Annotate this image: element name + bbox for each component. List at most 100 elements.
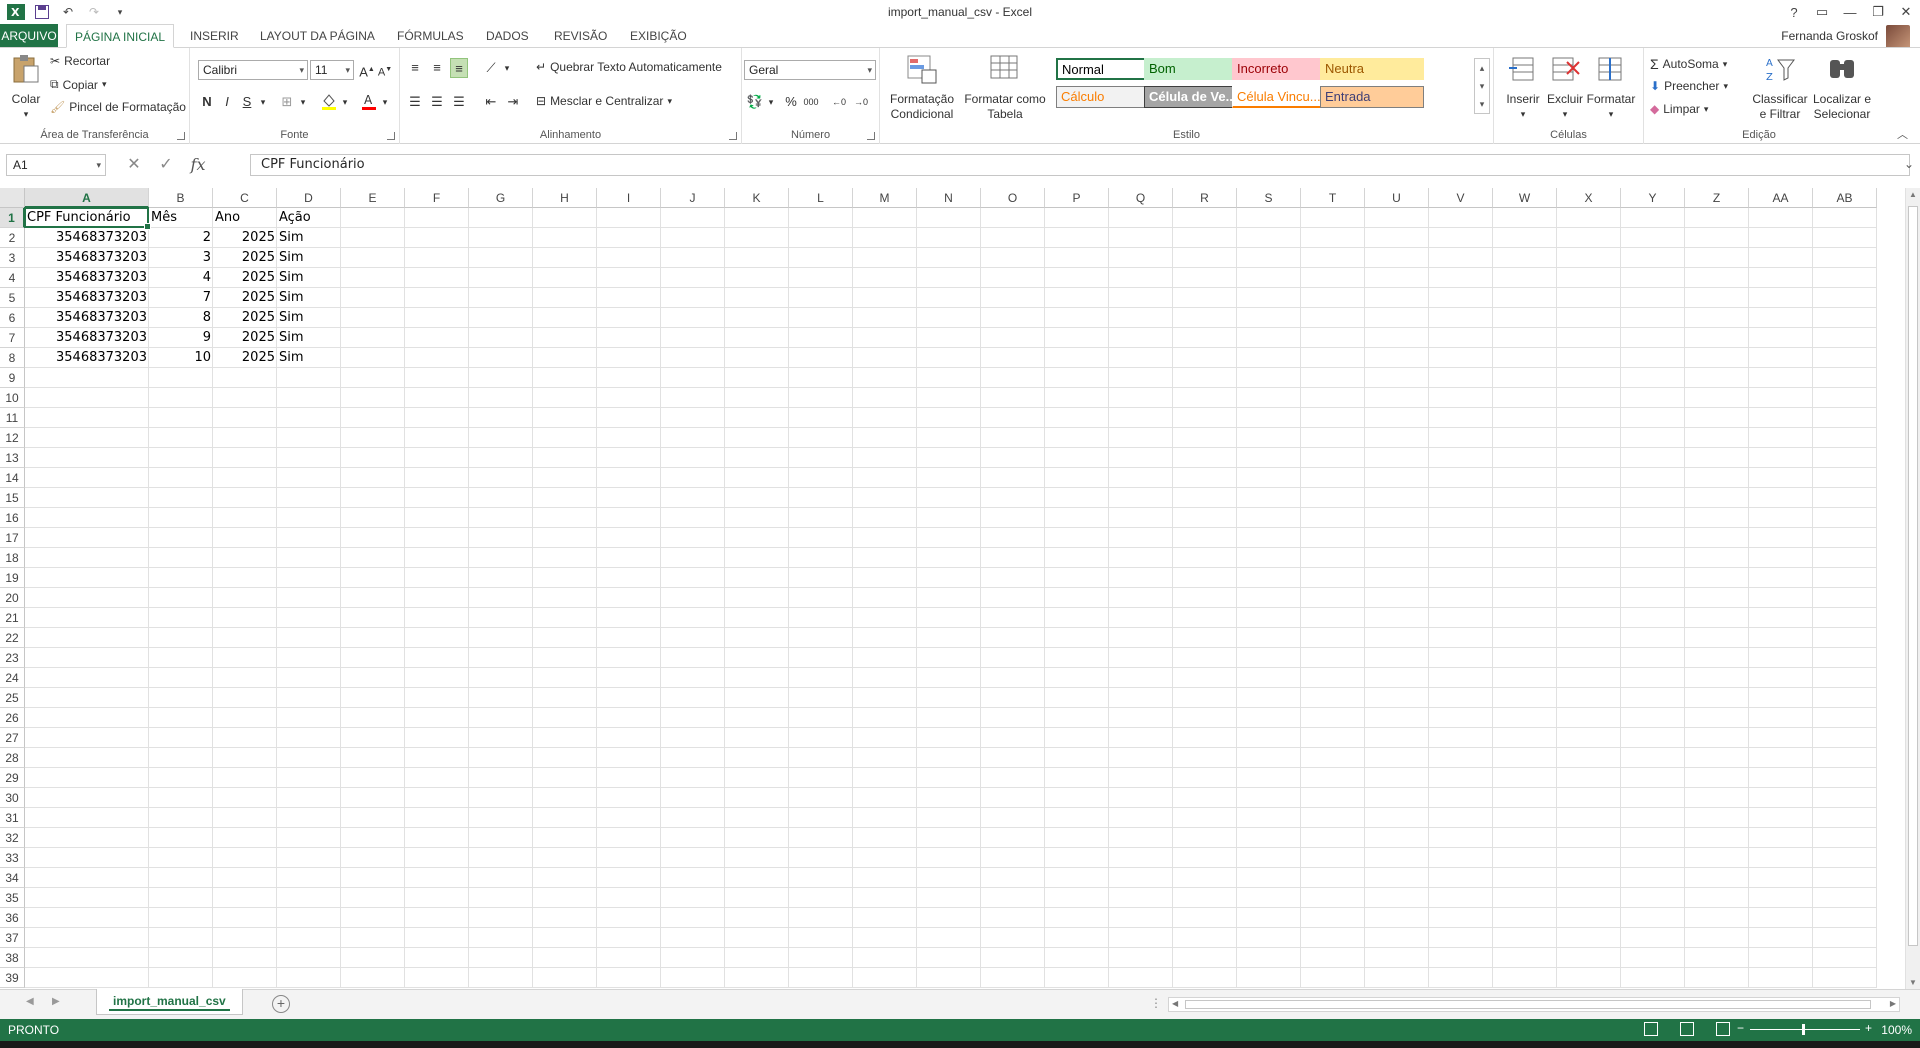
scroll-left-icon[interactable]: ◀ — [1172, 999, 1178, 1008]
cell-C5[interactable]: 2025 — [213, 288, 277, 308]
column-header[interactable]: AB — [1813, 188, 1877, 208]
cell-C2[interactable]: 2025 — [213, 228, 277, 248]
tab-review[interactable]: REVISÃO — [546, 24, 615, 48]
fill-color-dropdown-icon[interactable]: ▾ — [336, 92, 354, 112]
cell-C7[interactable]: 2025 — [213, 328, 277, 348]
row-header[interactable]: 8 — [0, 348, 25, 368]
row-header[interactable]: 22 — [0, 628, 25, 648]
column-header[interactable]: F — [405, 188, 469, 208]
column-header[interactable]: C — [213, 188, 277, 208]
zoom-slider[interactable] — [1750, 1024, 1860, 1035]
expand-formula-bar-icon[interactable]: ⌄ — [1904, 157, 1914, 171]
tab-view[interactable]: EXIBIÇÃO — [622, 24, 695, 48]
increase-decimal-icon[interactable]: ←0 — [830, 92, 848, 112]
align-bottom-icon[interactable]: ≡ — [450, 58, 468, 78]
cell-C8[interactable]: 2025 — [213, 348, 277, 368]
zoom-knob[interactable] — [1802, 1024, 1805, 1035]
column-header[interactable]: D — [277, 188, 341, 208]
cell-A7[interactable]: 35468373203 — [25, 328, 149, 348]
cell-B4[interactable]: 4 — [149, 268, 213, 288]
cell-D1[interactable]: Ação — [277, 208, 341, 228]
row-header[interactable]: 19 — [0, 568, 25, 588]
decrease-indent-icon[interactable]: ⇤ — [482, 92, 500, 112]
row-header[interactable]: 32 — [0, 828, 25, 848]
underline-dropdown-icon[interactable]: ▾ — [254, 92, 272, 112]
scroll-down-icon[interactable]: ▼ — [1909, 978, 1917, 987]
row-header[interactable]: 23 — [0, 648, 25, 668]
help-icon[interactable]: ? — [1780, 0, 1808, 24]
shrink-font-icon[interactable]: A▼ — [376, 60, 394, 80]
cell-A8[interactable]: 35468373203 — [25, 348, 149, 368]
merge-center-button[interactable]: ⊟ Mesclar e Centralizar ▾ — [536, 94, 672, 108]
orientation-dropdown-icon[interactable]: ▾ — [498, 58, 516, 78]
copy-button[interactable]: ⧉ Copiar ▾ — [50, 77, 106, 92]
cell-B7[interactable]: 9 — [149, 328, 213, 348]
tab-insert[interactable]: INSERIR — [182, 24, 247, 48]
row-header[interactable]: 38 — [0, 948, 25, 968]
column-header[interactable]: O — [981, 188, 1045, 208]
row-header[interactable]: 21 — [0, 608, 25, 628]
column-header[interactable]: B — [149, 188, 213, 208]
percent-icon[interactable]: % — [782, 92, 800, 112]
column-header[interactable]: P — [1045, 188, 1109, 208]
number-format-select[interactable]: Geral — [744, 60, 876, 80]
active-cell-indicator[interactable] — [24, 207, 151, 230]
borders-dropdown-icon[interactable]: ▾ — [294, 92, 312, 112]
bold-icon[interactable]: N — [198, 92, 216, 112]
tab-home[interactable]: PÁGINA INICIAL — [66, 24, 175, 48]
row-header[interactable]: 35 — [0, 888, 25, 908]
cell-A6[interactable]: 35468373203 — [25, 308, 149, 328]
ribbon-display-icon[interactable]: ▭ — [1808, 0, 1836, 24]
row-header[interactable]: 2 — [0, 228, 25, 248]
row-header[interactable]: 4 — [0, 268, 25, 288]
row-header[interactable]: 28 — [0, 748, 25, 768]
cell-D3[interactable]: Sim — [277, 248, 341, 268]
row-header[interactable]: 1 — [0, 208, 25, 228]
zoom-out-icon[interactable]: − — [1737, 1021, 1744, 1035]
cell-D4[interactable]: Sim — [277, 268, 341, 288]
format-cells-button[interactable]: Formatar ▾ — [1586, 54, 1636, 122]
cell-B5[interactable]: 7 — [149, 288, 213, 308]
column-header[interactable]: Y — [1621, 188, 1685, 208]
column-header[interactable]: L — [789, 188, 853, 208]
decrease-decimal-icon[interactable]: →0 — [852, 92, 870, 112]
minimize-icon[interactable]: — — [1836, 0, 1864, 24]
row-header[interactable]: 36 — [0, 908, 25, 928]
format-painter-button[interactable]: 🖌 Pincel de Formatação — [50, 100, 186, 114]
sheet-next-icon[interactable]: ▶ — [52, 996, 60, 1007]
restore-icon[interactable]: ❐ — [1864, 0, 1892, 24]
cut-button[interactable]: ✂ Recortar — [50, 54, 110, 68]
worksheet-grid[interactable]: A B C D E F G H I J K L M N O P Q R S T U V W X Y Z AA AB 1 2 3 4 5 6 7 8 9 1… — [0, 188, 1905, 989]
row-header[interactable]: 10 — [0, 388, 25, 408]
row-header[interactable]: 24 — [0, 668, 25, 688]
column-header[interactable]: H — [533, 188, 597, 208]
row-header[interactable]: 33 — [0, 848, 25, 868]
row-header[interactable]: 27 — [0, 728, 25, 748]
column-header[interactable]: M — [853, 188, 917, 208]
scroll-right-icon[interactable]: ▶ — [1890, 999, 1896, 1008]
row-header[interactable]: 25 — [0, 688, 25, 708]
column-header[interactable]: T — [1301, 188, 1365, 208]
row-header[interactable]: 5 — [0, 288, 25, 308]
column-header[interactable]: W — [1493, 188, 1557, 208]
page-layout-view-icon[interactable] — [1680, 1022, 1694, 1036]
column-header[interactable]: I — [597, 188, 661, 208]
cell-C4[interactable]: 2025 — [213, 268, 277, 288]
zoom-in-icon[interactable]: + — [1865, 1021, 1872, 1035]
paste-button[interactable]: Colar ▾ — [6, 54, 46, 122]
row-header[interactable]: 34 — [0, 868, 25, 888]
cell-D8[interactable]: Sim — [277, 348, 341, 368]
delete-cells-button[interactable]: Excluir ▾ — [1544, 54, 1586, 122]
insert-cells-button[interactable]: Inserir ▾ — [1502, 54, 1544, 122]
row-header[interactable]: 14 — [0, 468, 25, 488]
column-header[interactable]: N — [917, 188, 981, 208]
cell-A3[interactable]: 35468373203 — [25, 248, 149, 268]
add-sheet-icon[interactable]: + — [272, 995, 290, 1013]
column-header[interactable]: R — [1173, 188, 1237, 208]
align-right-icon[interactable]: ☰ — [450, 92, 468, 112]
row-header[interactable]: 7 — [0, 328, 25, 348]
font-launcher-icon[interactable] — [387, 132, 395, 140]
align-top-icon[interactable]: ≡ — [406, 58, 424, 78]
align-middle-icon[interactable]: ≡ — [428, 58, 446, 78]
cell-A2[interactable]: 35468373203 — [25, 228, 149, 248]
